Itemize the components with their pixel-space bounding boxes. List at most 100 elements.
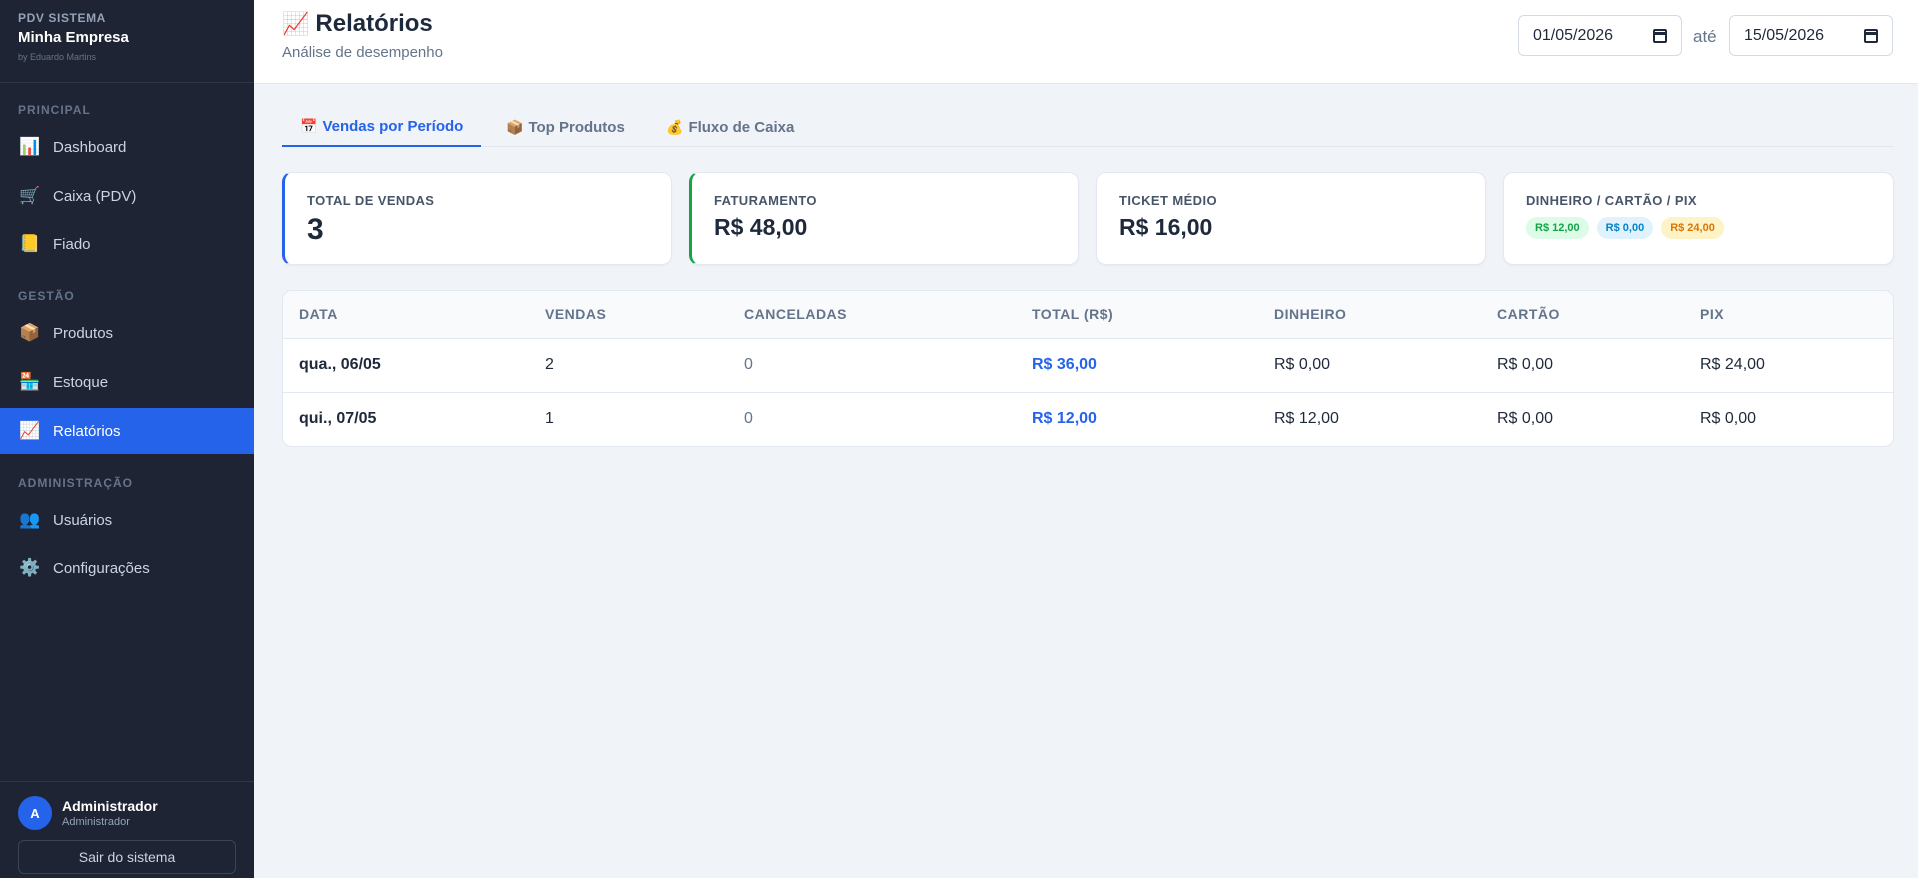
package-icon: 📦	[19, 323, 41, 342]
cell-total: R$ 36,00	[1016, 338, 1258, 393]
tab-top-produtos[interactable]: 📦 Top Produtos	[506, 108, 625, 147]
calendar-icon: 📅	[300, 118, 318, 134]
column-header-canceladas: CANCELADAS	[728, 291, 1016, 339]
cell-dinheiro: R$ 12,00	[1274, 410, 1339, 428]
chart-up-icon: 📈	[282, 11, 310, 36]
cart-icon: 🛒	[19, 186, 41, 205]
money-bag-icon: 💰	[666, 119, 684, 135]
sidebar-item-dashboard[interactable]: 📊 Dashboard	[0, 124, 254, 170]
table-row: qui., 07/05 1 0 R$ 12,00 R$ 12,00 R$ 0,0…	[283, 392, 1893, 446]
cell-data: qua., 06/05	[283, 338, 529, 393]
sidebar-item-usuarios[interactable]: 👥 Usuários	[0, 497, 254, 543]
tab-fluxo-caixa[interactable]: 💰 Fluxo de Caixa	[666, 108, 794, 147]
cell-total: R$ 12,00	[1032, 410, 1097, 428]
cell-data: qui., 07/05	[299, 410, 377, 428]
report-tabs: 📅 Vendas por Período 📦 Top Produtos 💰 Fl…	[282, 108, 1894, 147]
store-icon: 🏪	[19, 372, 41, 391]
page-title-text: Relatórios	[315, 10, 433, 37]
table-header-row: DATA VENDAS CANCELADAS TOTAL (R$) DINHEI…	[283, 291, 1893, 339]
sidebar: PDV SISTEMA Minha Empresa by Eduardo Mar…	[0, 0, 254, 878]
column-header-cartao: CARTÃO	[1481, 291, 1684, 339]
column-header-total: TOTAL (R$)	[1016, 291, 1258, 339]
main-content: 📈 Relatórios Análise de desempenho 01/05…	[254, 0, 1918, 878]
sidebar-item-label: Configurações	[53, 559, 150, 577]
sidebar-item-label: Fiado	[53, 235, 91, 253]
card-value: R$ 48,00	[714, 214, 808, 240]
cell-canceladas: 0	[728, 338, 1016, 393]
avatar: A	[18, 796, 52, 830]
calendar-icon[interactable]	[1653, 28, 1667, 43]
column-header-data: DATA	[283, 291, 529, 339]
cell-pix: R$ 24,00	[1684, 338, 1893, 393]
card-value: 3	[307, 213, 324, 246]
card-ticket-medio: TICKET MÉDIO R$ 16,00	[1096, 172, 1486, 265]
date-to-input[interactable]: 15/05/2026	[1729, 15, 1893, 56]
brand-kicker: PDV SISTEMA	[18, 11, 106, 25]
sidebar-item-label: Dashboard	[53, 138, 127, 156]
sidebar-item-configuracoes[interactable]: ⚙️ Configurações	[0, 545, 254, 591]
gear-icon: ⚙️	[19, 558, 41, 577]
logout-button[interactable]: Sair do sistema	[18, 840, 236, 874]
brand-name: Minha Empresa	[18, 29, 129, 46]
cell-pix: R$ 0,00	[1700, 410, 1757, 428]
bar-chart-icon: 📊	[19, 137, 41, 156]
sidebar-item-relatorios[interactable]: 📈 Relatórios	[0, 408, 254, 454]
section-label-administracao: ADMINISTRAÇÃO	[18, 476, 133, 490]
payment-pills: R$ 12,00 R$ 0,00 R$ 24,00	[1526, 217, 1871, 239]
date-to-value: 15/05/2026	[1744, 26, 1825, 44]
card-label: TOTAL DE VENDAS	[307, 193, 435, 208]
cell-canceladas: 0	[744, 410, 753, 428]
card-total-vendas: TOTAL DE VENDAS 3	[282, 172, 672, 265]
page-title: 📈 Relatórios	[282, 10, 433, 38]
tab-label: Vendas por Período	[322, 118, 464, 135]
column-header-vendas: VENDAS	[529, 291, 728, 339]
pill-pix: R$ 24,00	[1661, 217, 1724, 239]
table-row: qua., 06/05 2 0 R$ 36,00 R$ 0,00 R$ 0,00…	[283, 338, 1893, 393]
card-label: DINHEIRO / CARTÃO / PIX	[1526, 193, 1697, 208]
sales-table: DATA VENDAS CANCELADAS TOTAL (R$) DINHEI…	[283, 291, 1893, 446]
column-header-dinheiro: DINHEIRO	[1258, 291, 1481, 339]
sidebar-footer: A Administrador Administrador Sair do si…	[0, 781, 254, 878]
user-info: A Administrador Administrador	[18, 796, 236, 830]
section-label-gestao: GESTÃO	[18, 289, 75, 303]
section-label-principal: PRINCIPAL	[18, 103, 91, 117]
card-metodos-pagamento: DINHEIRO / CARTÃO / PIX R$ 12,00 R$ 0,00…	[1503, 172, 1894, 265]
sidebar-item-label: Relatórios	[53, 422, 121, 440]
sidebar-item-produtos[interactable]: 📦 Produtos	[0, 310, 254, 356]
sidebar-item-label: Usuários	[53, 511, 113, 529]
cell-dinheiro: R$ 0,00	[1258, 338, 1481, 393]
topbar: 📈 Relatórios Análise de desempenho 01/05…	[254, 0, 1918, 84]
brand: PDV SISTEMA Minha Empresa by Eduardo Mar…	[0, 0, 254, 83]
sidebar-item-estoque[interactable]: 🏪 Estoque	[0, 359, 254, 405]
card-label: FATURAMENTO	[714, 193, 817, 208]
cell-cartao: R$ 0,00	[1481, 338, 1684, 393]
card-label: TICKET MÉDIO	[1119, 193, 1217, 208]
tab-label: Fluxo de Caixa	[688, 119, 795, 136]
calendar-icon[interactable]	[1864, 28, 1878, 43]
pill-dinheiro: R$ 12,00	[1526, 217, 1589, 239]
sidebar-item-label: Caixa (PDV)	[53, 187, 137, 205]
user-role: Administrador	[62, 816, 130, 828]
sidebar-item-label: Produtos	[53, 324, 114, 342]
sales-table-container: DATA VENDAS CANCELADAS TOTAL (R$) DINHEI…	[282, 290, 1894, 447]
sidebar-item-caixa[interactable]: 🛒 Caixa (PDV)	[0, 173, 254, 219]
page-subtitle: Análise de desempenho	[282, 44, 443, 61]
user-name: Administrador	[62, 798, 158, 814]
date-from-value: 01/05/2026	[1533, 26, 1614, 44]
column-header-pix: PIX	[1684, 291, 1893, 339]
ledger-icon: 📒	[19, 234, 41, 253]
pill-cartao: R$ 0,00	[1596, 217, 1654, 239]
card-value: R$ 16,00	[1119, 214, 1213, 240]
cell-vendas: 1	[545, 410, 554, 428]
sidebar-item-label: Estoque	[53, 373, 109, 391]
cell-vendas: 2	[529, 338, 728, 393]
sidebar-item-fiado[interactable]: 📒 Fiado	[0, 221, 254, 267]
users-icon: 👥	[19, 510, 41, 529]
brand-author: by Eduardo Martins	[18, 52, 97, 62]
cell-cartao: R$ 0,00	[1497, 410, 1554, 428]
chart-up-icon: 📈	[19, 421, 41, 440]
tab-vendas-periodo[interactable]: 📅 Vendas por Período	[282, 108, 482, 147]
date-from-input[interactable]: 01/05/2026	[1518, 15, 1682, 56]
package-icon: 📦	[506, 119, 524, 135]
tab-label: Top Produtos	[528, 119, 625, 136]
